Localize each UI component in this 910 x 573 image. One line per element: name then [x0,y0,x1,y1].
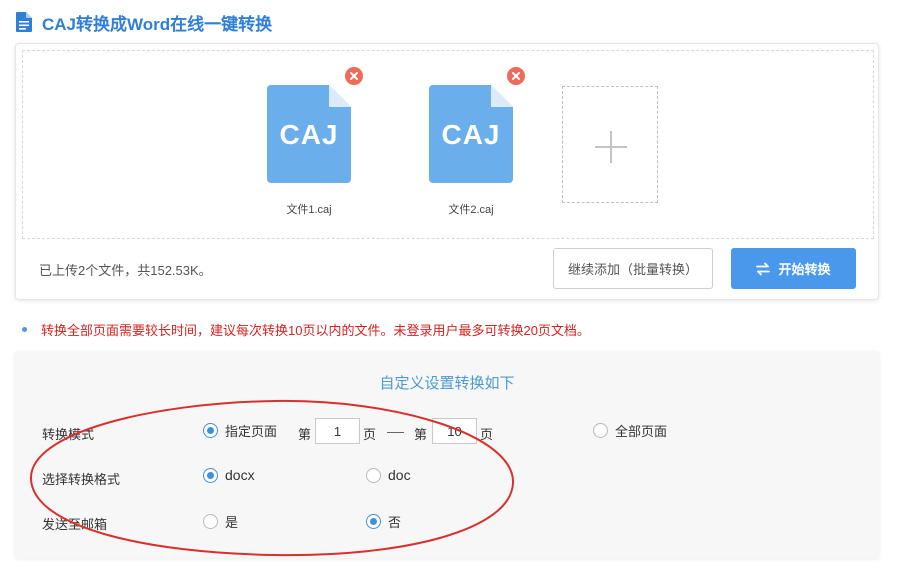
mode-all-radio[interactable] [593,423,608,438]
add-file-button[interactable] [562,86,658,203]
start-convert-label: 开始转换 [778,262,831,277]
email-yes-option[interactable]: 是 [203,512,238,531]
format-label: 选择转换格式 [42,472,121,487]
mode-specific-label: 指定页面 [225,424,278,439]
plus-icon [595,131,627,163]
file-icon: CAJ [429,67,525,183]
file-tile: CAJ 文件1.caj [259,67,363,217]
email-yes-radio[interactable] [203,514,218,529]
start-convert-button[interactable]: 开始转换 [731,248,856,289]
page-prefix: 第 [414,427,428,442]
file-name: 文件2.caj [448,204,494,216]
format-docx-radio[interactable] [203,467,218,483]
format-docx-option[interactable]: docx [203,467,255,483]
mode-specific-option[interactable]: 指定页面 [203,421,277,440]
file-extension-label: CAJ [441,119,501,150]
close-icon [350,72,358,80]
mode-all-option[interactable]: 全部页面 [593,421,667,440]
notice-text: 转换全部页面需要较长时间，建议每次转换10页以内的文件。未登录用户最多可转换20… [41,323,590,338]
email-yes-label: 是 [225,515,239,530]
format-doc-label: doc [388,467,411,483]
upload-summary: 已上传2个文件，共152.53K。 [39,263,212,278]
swap-arrows-icon [756,262,771,275]
settings-panel: 自定义设置转换如下 转换模式 指定页面 第 页 第 页 全部页面 选择转换格式 … [15,351,879,558]
page-prefix: 第 [298,427,312,442]
page-suffix: 页 [480,427,494,442]
mode-label: 转换模式 [42,427,95,442]
email-no-option[interactable]: 否 [366,512,401,531]
page-from-input[interactable] [315,418,360,444]
file-name: 文件1.caj [286,204,332,216]
file-extension-label: CAJ [279,119,339,150]
page-to-input[interactable] [432,418,477,444]
file-drop-zone[interactable]: CAJ 文件1.caj CAJ 文件2.caj [22,50,874,239]
settings-title: 自定义设置转换如下 [379,375,515,392]
mode-all-label: 全部页面 [615,424,668,439]
page-suffix: 页 [363,427,377,442]
email-label: 发送至邮箱 [42,517,108,532]
email-no-label: 否 [388,515,402,530]
mode-specific-radio[interactable] [203,423,218,438]
format-doc-radio[interactable] [366,467,381,483]
continue-add-button[interactable]: 继续添加（批量转换） [553,248,713,289]
remove-file-button[interactable] [345,67,363,85]
page-header: CAJ转换成Word在线一键转换 [16,10,272,34]
upload-panel: CAJ 文件1.caj CAJ 文件2.caj 已上传2个文件，共152.53K… [15,43,879,300]
format-doc-option[interactable]: doc [366,467,411,483]
remove-file-button[interactable] [507,67,525,85]
range-dash [387,432,404,433]
email-no-radio[interactable] [366,514,381,529]
notice: 转换全部页面需要较长时间，建议每次转换10页以内的文件。未登录用户最多可转换20… [22,320,590,339]
format-docx-label: docx [225,467,255,483]
close-icon [512,72,520,80]
page-title: CAJ转换成Word在线一键转换 [42,14,273,34]
file-icon: CAJ [267,67,363,183]
file-tile: CAJ 文件2.caj [421,67,525,217]
document-icon [16,12,32,32]
bullet-icon [22,327,27,332]
